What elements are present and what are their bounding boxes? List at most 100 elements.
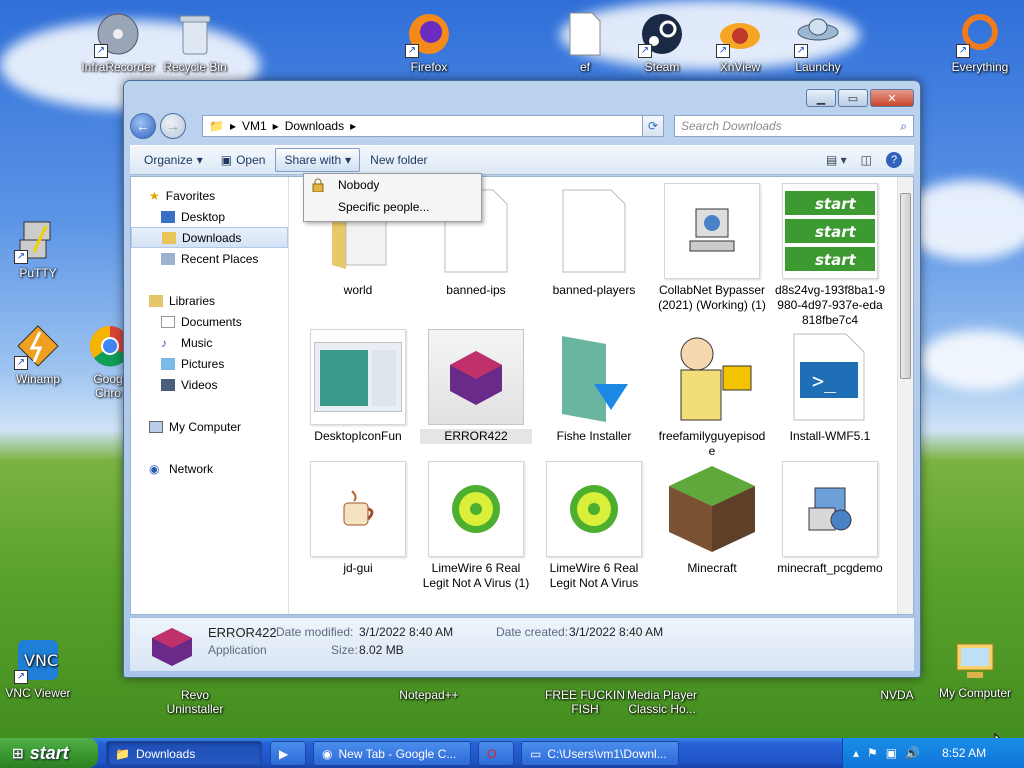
start-button[interactable]: ⊞ start	[0, 738, 98, 768]
desktop-icon-label: PuTTY	[19, 266, 57, 280]
breadcrumb-separator-icon: ▸	[229, 119, 236, 133]
desktop-icon-label: Media Player Classic Ho...	[626, 688, 698, 716]
desktop-icon-everything[interactable]: ↗ Everything	[938, 10, 1022, 74]
flag-icon[interactable]: ⚑	[867, 746, 878, 760]
desktop-icon-label: Firefox	[410, 60, 448, 74]
nav-my-computer[interactable]: My Computer	[131, 416, 288, 437]
nav-music[interactable]: ♪ Music	[131, 332, 288, 353]
task-downloads[interactable]: 📁 Downloads	[106, 741, 262, 766]
svg-text:start: start	[815, 223, 857, 241]
nav-label: Recent Places	[181, 251, 259, 266]
desktop-icon-winamp[interactable]: ↗ Winamp	[0, 322, 80, 386]
file-item[interactable]: banned-players	[538, 183, 650, 298]
preview-pane-icon[interactable]: ◫	[861, 153, 872, 167]
desktop-icon-notepadpp[interactable]: Notepad++	[387, 688, 471, 702]
refresh-button[interactable]: ⟳	[642, 115, 664, 137]
desktop-icon-putty[interactable]: ↗ PuTTY	[0, 216, 80, 280]
file-name: freefamilyguyepisode	[658, 429, 766, 458]
nav-desktop[interactable]: Desktop	[131, 206, 288, 227]
system-tray: ▴ ⚑ ▣ 🔊 8:52 AM	[842, 738, 1024, 768]
help-icon[interactable]: ?	[886, 152, 902, 168]
desktop-icon-xnview[interactable]: ↗ XnView	[698, 10, 782, 74]
task-command-prompt[interactable]: ▭ C:\Users\vm1\Downl...	[521, 741, 679, 766]
organize-button[interactable]: Organize ▾	[136, 149, 211, 171]
task-chrome[interactable]: ◉ New Tab - Google C...	[313, 741, 471, 766]
view-options-icon[interactable]: ▤ ▾	[826, 153, 847, 167]
open-button[interactable]: ▣ Open	[213, 149, 274, 171]
nav-pictures[interactable]: Pictures	[131, 353, 288, 374]
file-item[interactable]: CollabNet Bypasser (2021) (Working) (1)	[656, 183, 768, 313]
menu-item-label: Nobody	[338, 178, 380, 192]
close-button[interactable]: ✕	[870, 89, 914, 107]
search-icon: ↗	[956, 10, 1004, 58]
file-item[interactable]: Fishe Installer	[538, 329, 650, 444]
desktop-icon-infrarecorder[interactable]: ↗ InfraRecorder	[76, 10, 160, 74]
desktop-icon-recycle-bin[interactable]: Recycle Bin	[153, 10, 237, 74]
file-item[interactable]: start start start d8s24vg-193f8ba1-9980-4d…	[774, 183, 886, 328]
detail-date-modified: 3/1/2022 8:40 AM	[359, 625, 454, 639]
file-name: DesktopIconFun	[314, 429, 402, 443]
new-folder-button[interactable]: New folder	[362, 149, 435, 171]
cube-icon	[150, 626, 194, 669]
nav-videos[interactable]: Videos	[131, 374, 288, 395]
new-folder-label: New folder	[370, 153, 428, 167]
desktop-icon-nvda[interactable]: NVDA	[855, 688, 939, 702]
navigation-pane: ★ Favorites Desktop Downloads Recent Plac…	[131, 177, 289, 614]
desktop-icon-firefox[interactable]: ↗ Firefox	[387, 10, 471, 74]
desktop-icon-steam[interactable]: ↗ Steam	[620, 10, 704, 74]
task-opera[interactable]: O	[478, 741, 514, 766]
maximize-button[interactable]: ▭	[838, 89, 868, 107]
desktop-icon-media-player[interactable]: Media Player Classic Ho...	[620, 688, 704, 716]
menu-item-specific-people[interactable]: Specific people...	[304, 196, 481, 218]
file-item[interactable]: LimeWire 6 Real Legit Not A Virus	[538, 461, 650, 591]
desktop-icon-launchy[interactable]: ↗ Launchy	[776, 10, 860, 74]
desktop-icon-label: My Computer	[938, 686, 1012, 700]
breadcrumb-vm1[interactable]: VM1	[242, 119, 267, 133]
desktop-icon-ef[interactable]: ef	[543, 10, 627, 74]
task-media-player[interactable]: ▶	[270, 741, 306, 766]
menu-item-nobody[interactable]: Nobody	[304, 174, 481, 196]
volume-icon[interactable]: 🔊	[905, 746, 920, 760]
desktop-icon-fish[interactable]: FREE FUCKIN FISH	[543, 688, 627, 716]
file-item-selected[interactable]: ERROR422	[420, 329, 532, 444]
back-button[interactable]: ←	[130, 113, 156, 139]
network-icon: ◉	[149, 461, 160, 476]
desktop-icon-vnc-viewer[interactable]: VNC ↗ VNC Viewer	[0, 636, 80, 700]
address-bar[interactable]: 📁 ▸ VM1 ▸ Downloads ▸ ▾	[202, 115, 664, 137]
document-icon	[561, 10, 609, 58]
opera-icon: O	[487, 746, 497, 761]
nav-libraries[interactable]: Libraries	[131, 290, 288, 311]
nav-label: Downloads	[182, 230, 242, 245]
task-label: Downloads	[135, 746, 196, 761]
nav-recent-places[interactable]: Recent Places	[131, 248, 288, 269]
chevron-down-icon: ▾	[345, 153, 352, 167]
file-item[interactable]: minecraft_pcgdemo	[774, 461, 886, 576]
desktop-icon-my-computer[interactable]: My Computer	[933, 636, 1017, 700]
network-icon[interactable]: ▣	[886, 746, 897, 760]
explorer-window[interactable]: ▁ ▭ ✕ ← → 📁 ▸ VM1 ▸ Downloads ▸ ▾ ⟳ Sear…	[123, 80, 921, 678]
minimize-button[interactable]: ▁	[806, 89, 836, 107]
nav-favorites[interactable]: ★ Favorites	[131, 185, 288, 206]
vertical-scrollbar[interactable]	[897, 177, 913, 614]
nav-downloads[interactable]: Downloads	[131, 227, 288, 248]
start-buttons-icon: start start start	[782, 183, 878, 279]
share-with-menu: Nobody Specific people...	[303, 173, 482, 222]
detail-date-created: 3/1/2022 8:40 AM	[569, 625, 664, 639]
file-item[interactable]: Minecraft	[656, 461, 768, 576]
nav-network[interactable]: ◉ Network	[131, 458, 288, 479]
clock[interactable]: 8:52 AM	[942, 746, 986, 760]
scrollbar-thumb[interactable]	[900, 193, 911, 379]
breadcrumb-downloads[interactable]: Downloads	[285, 119, 344, 133]
tray-expand-icon[interactable]: ▴	[853, 746, 859, 760]
file-item[interactable]: LimeWire 6 Real Legit Not A Virus (1)	[420, 461, 532, 591]
file-item[interactable]: DesktopIconFun	[302, 329, 414, 444]
nav-documents[interactable]: Documents	[131, 311, 288, 332]
file-item[interactable]: >_ Install-WMF5.1	[774, 329, 886, 444]
share-with-button[interactable]: Share with ▾	[275, 148, 361, 172]
desktop-icon-revo-uninstaller[interactable]: Revo Uninstaller	[153, 688, 237, 716]
search-input[interactable]: Search Downloads ⌕	[674, 115, 914, 137]
file-item[interactable]: jd-gui	[302, 461, 414, 576]
file-item[interactable]: freefamilyguyepisode	[656, 329, 768, 459]
forward-button[interactable]: →	[160, 113, 186, 139]
svg-text:VNC: VNC	[24, 651, 58, 670]
